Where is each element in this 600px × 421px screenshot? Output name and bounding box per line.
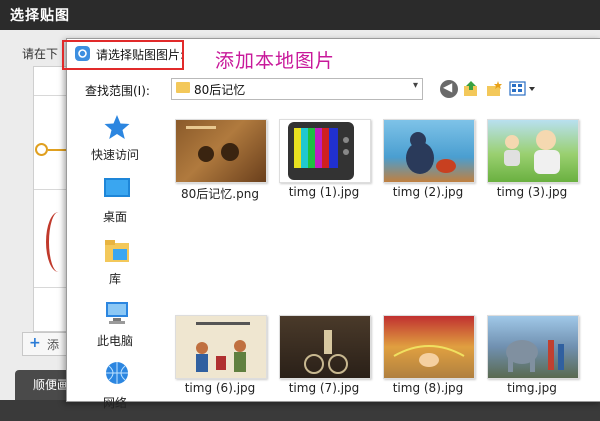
place-label: 网络 <box>102 396 127 410</box>
file-item[interactable]: timg (7).jpg <box>271 301 371 401</box>
file-item[interactable]: timg (1).jpg <box>271 105 371 215</box>
bottom-tab-label: 顺便画 <box>33 378 70 392</box>
place-quick-access[interactable]: 快速访问 <box>67 113 163 173</box>
file-name: timg (1).jpg <box>288 185 360 199</box>
computer-icon <box>106 302 128 324</box>
new-folder-button[interactable] <box>485 80 503 98</box>
app-title: 选择贴图 <box>10 8 70 24</box>
file-name: timg.jpg <box>507 381 557 395</box>
file-item[interactable]: timg (8).jpg <box>375 301 475 401</box>
star-icon <box>104 115 130 139</box>
desktop-icon <box>104 178 130 197</box>
add-button-label: 添 <box>47 338 60 352</box>
file-item[interactable]: timg.jpg <box>479 301 579 401</box>
annotation-text: 添加本地图片 <box>215 50 336 72</box>
folder-icon <box>176 82 190 93</box>
file-item[interactable]: timg (2).jpg <box>375 105 475 215</box>
bottom-tab[interactable]: 顺便画 <box>15 370 70 400</box>
place-label: 库 <box>108 272 121 286</box>
place-label: 此电脑 <box>96 334 133 348</box>
file-item[interactable]: timg (3).jpg <box>479 105 579 215</box>
library-icon <box>105 240 129 262</box>
place-label: 快速访问 <box>90 148 139 162</box>
file-open-dialog: 请选择贴图图片: 查找范围(I): 80后记忆 ▾ ◀ 快速访问 桌面 库 此电… <box>66 38 600 410</box>
back-arrow-icon: ◀ <box>443 80 453 94</box>
place-desktop[interactable]: 桌面 <box>67 175 163 235</box>
add-button[interactable]: + 添 <box>22 332 70 356</box>
image-thumbnail <box>383 315 475 379</box>
up-folder-button[interactable] <box>462 80 480 98</box>
look-in-label: 查找范围(I): <box>85 84 150 98</box>
file-name: 80后记忆.png <box>181 187 259 201</box>
file-name: timg (8).jpg <box>392 381 464 395</box>
file-item[interactable]: 80后记忆.png <box>167 105 267 215</box>
app-titlebar: 选择贴图 <box>0 0 600 30</box>
look-in-dropdown[interactable]: 80后记忆 ▾ <box>171 78 423 100</box>
image-thumbnail <box>175 315 267 379</box>
image-thumbnail <box>279 119 371 183</box>
place-this-pc[interactable]: 此电脑 <box>67 299 163 359</box>
file-name: timg (3).jpg <box>496 185 568 199</box>
slider-handle[interactable] <box>35 143 48 156</box>
places-bar: 快速访问 桌面 库 此电脑 网络 <box>67 105 163 410</box>
image-thumbnail <box>175 119 267 183</box>
image-thumbnail <box>487 119 579 183</box>
new-folder-icon <box>487 81 502 96</box>
view-menu-icon <box>509 81 535 96</box>
image-thumbnail <box>487 315 579 379</box>
file-name: timg (7).jpg <box>288 381 360 395</box>
slider-track <box>48 149 68 151</box>
plus-icon: + <box>29 335 41 351</box>
place-label: 桌面 <box>102 210 127 224</box>
up-folder-icon <box>464 81 477 96</box>
file-item[interactable]: timg (6).jpg <box>167 301 267 401</box>
file-list: 80后记忆.png timg (1).jpg timg (2).jpg timg… <box>167 105 600 401</box>
file-name: timg (6).jpg <box>184 381 256 395</box>
place-library[interactable]: 库 <box>67 237 163 297</box>
file-name: timg (2).jpg <box>392 185 464 199</box>
dialog-toolbar: 查找范围(I): 80后记忆 ▾ ◀ <box>67 77 600 103</box>
place-network[interactable]: 网络 <box>67 361 163 421</box>
image-thumbnail <box>279 315 371 379</box>
app-hint: 请在下 <box>22 47 59 61</box>
highlight-box <box>62 40 184 70</box>
back-button[interactable]: ◀ <box>440 80 458 98</box>
look-in-value: 80后记忆 <box>194 83 246 97</box>
network-icon <box>106 362 128 384</box>
view-menu-button[interactable] <box>509 80 537 98</box>
image-thumbnail <box>383 119 475 183</box>
chevron-down-icon: ▾ <box>412 80 418 91</box>
